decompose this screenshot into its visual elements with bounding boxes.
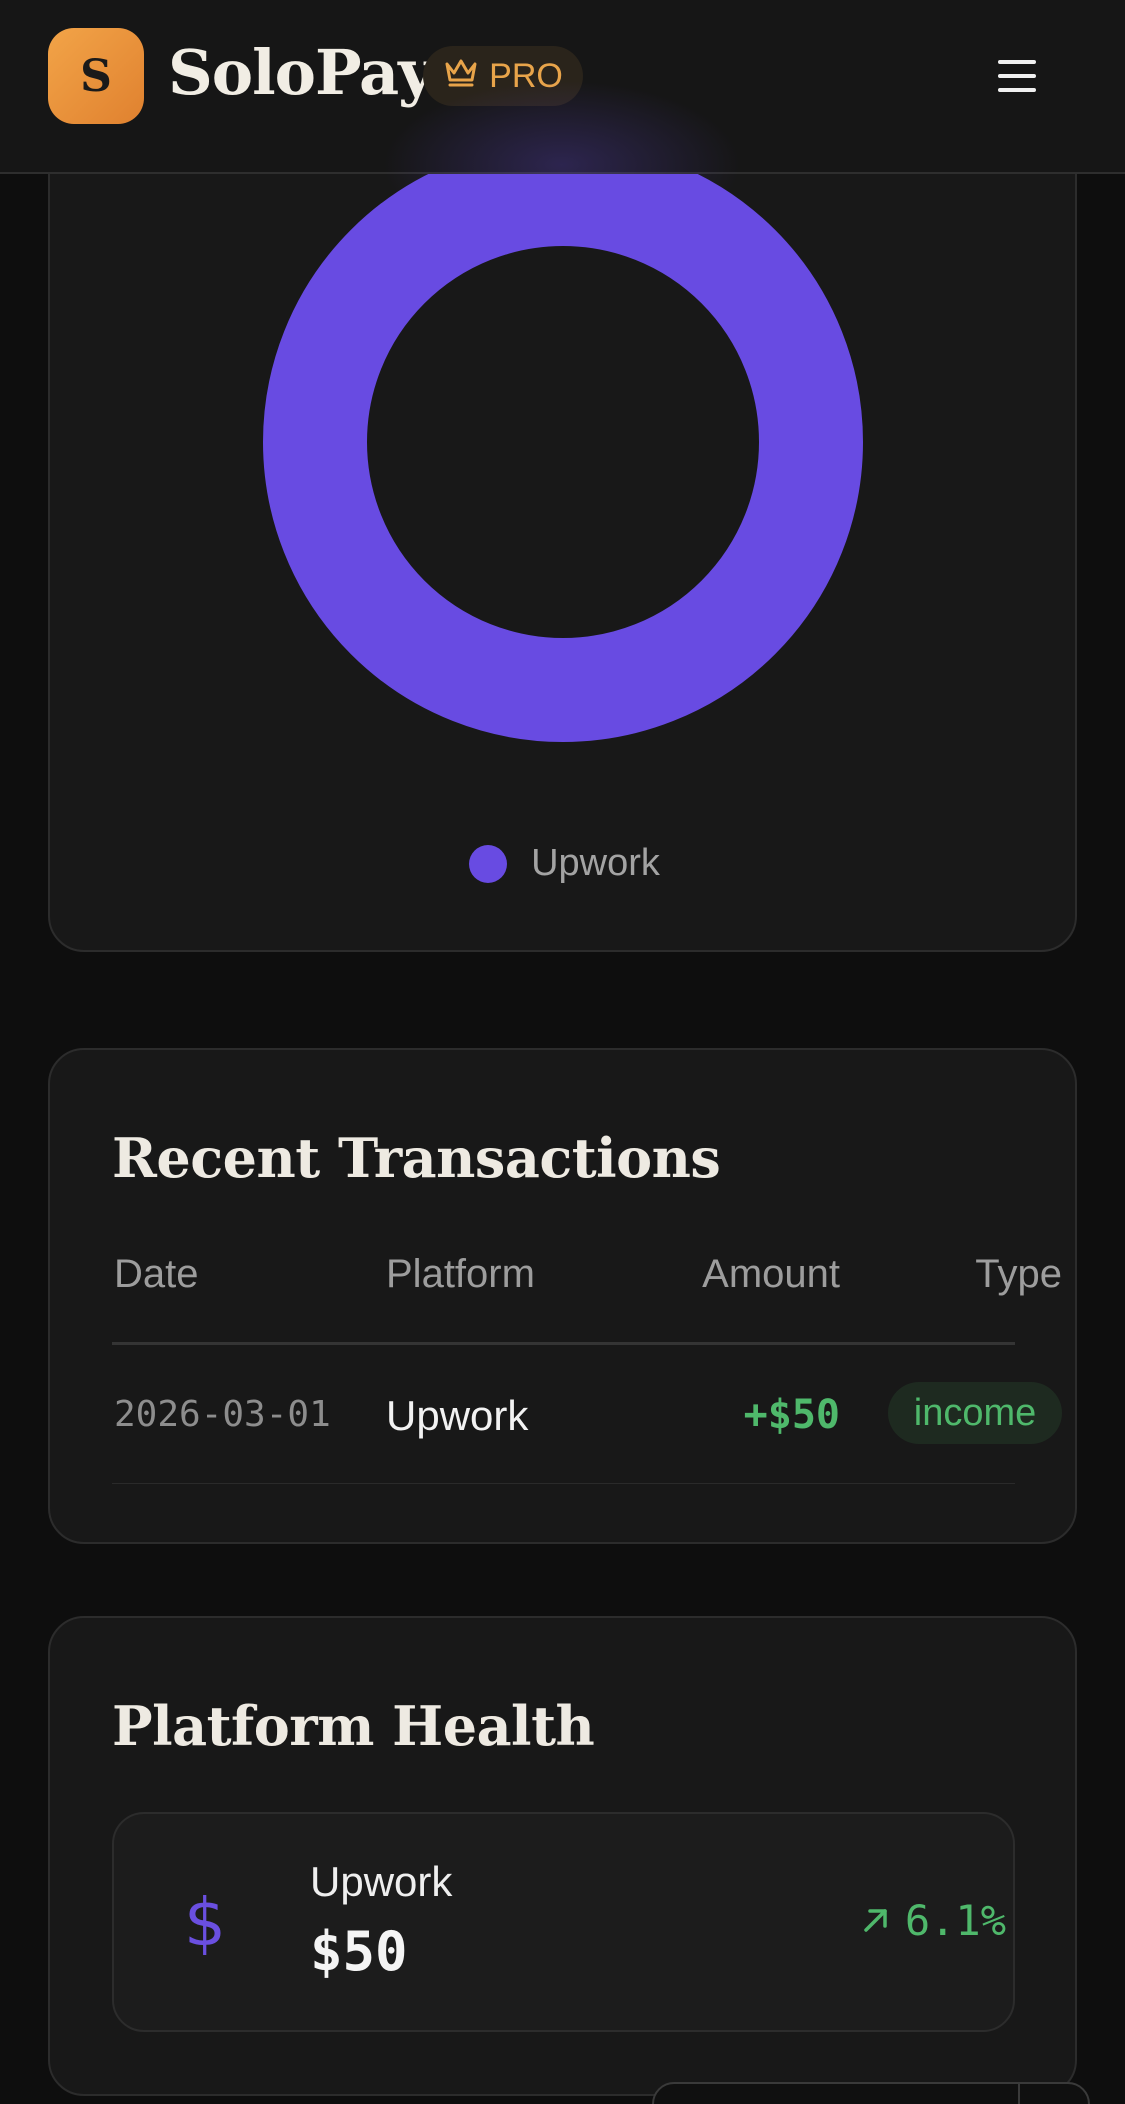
health-trend: 6.1%: [820, 1896, 1006, 1945]
chart-legend: Upwork: [50, 842, 1079, 885]
app-name: SoloPay: [168, 36, 434, 109]
card-title: Platform Health: [112, 1694, 595, 1758]
transaction-date: 2026-03-01: [114, 1394, 331, 1435]
menu-bar: [998, 88, 1036, 92]
legend-item[interactable]: Upwork: [469, 842, 660, 885]
table-header-divider: [112, 1342, 1015, 1345]
health-platform-amount: $50: [310, 1920, 408, 1983]
recent-transactions-card: Recent Transactions Date Platform Amount…: [48, 1048, 1077, 1544]
table-row[interactable]: 2026-03-01 Upwork +$50 income: [112, 1346, 1062, 1484]
arrow-up-right-icon: [861, 1896, 891, 1945]
donut-chart: [263, 142, 863, 742]
menu-bar: [998, 60, 1036, 64]
hamburger-menu-icon[interactable]: [990, 54, 1044, 98]
legend-label: Upwork: [531, 842, 660, 884]
menu-bar: [998, 74, 1036, 78]
platform-breakdown-card: Upwork: [48, 60, 1077, 952]
plan-badge[interactable]: PRO: [423, 46, 583, 106]
crown-icon: [443, 56, 479, 97]
widget-divider: [1018, 2084, 1020, 2104]
plan-badge-label: PRO: [489, 56, 563, 95]
health-change-value: 6.1%: [904, 1896, 1006, 1945]
logo-letter: S: [80, 50, 112, 102]
platform-health-item[interactable]: $ Upwork $50 6.1%: [112, 1812, 1015, 2032]
column-header-amount[interactable]: Amount: [634, 1252, 840, 1297]
column-header-date[interactable]: Date: [114, 1252, 199, 1297]
app-header: S SoloPay PRO: [0, 0, 1125, 174]
health-platform-name: Upwork: [310, 1858, 453, 1905]
column-header-platform[interactable]: Platform: [386, 1252, 535, 1297]
donut-slice-upwork[interactable]: [263, 142, 863, 742]
dollar-icon: $: [184, 1884, 226, 1961]
platform-health-card: Platform Health $ Upwork $50 6.1%: [48, 1616, 1077, 2096]
transaction-amount: +$50: [743, 1392, 840, 1438]
transaction-type-badge: income: [888, 1382, 1062, 1444]
page: S SoloPay PRO Upwork Recent Transactions…: [0, 0, 1125, 2104]
legend-swatch: [469, 844, 508, 883]
app-logo[interactable]: S: [48, 28, 144, 124]
transaction-platform: Upwork: [386, 1392, 529, 1439]
column-header-type[interactable]: Type: [890, 1252, 1062, 1297]
card-title: Recent Transactions: [112, 1126, 721, 1190]
floating-widget[interactable]: [652, 2082, 1090, 2104]
